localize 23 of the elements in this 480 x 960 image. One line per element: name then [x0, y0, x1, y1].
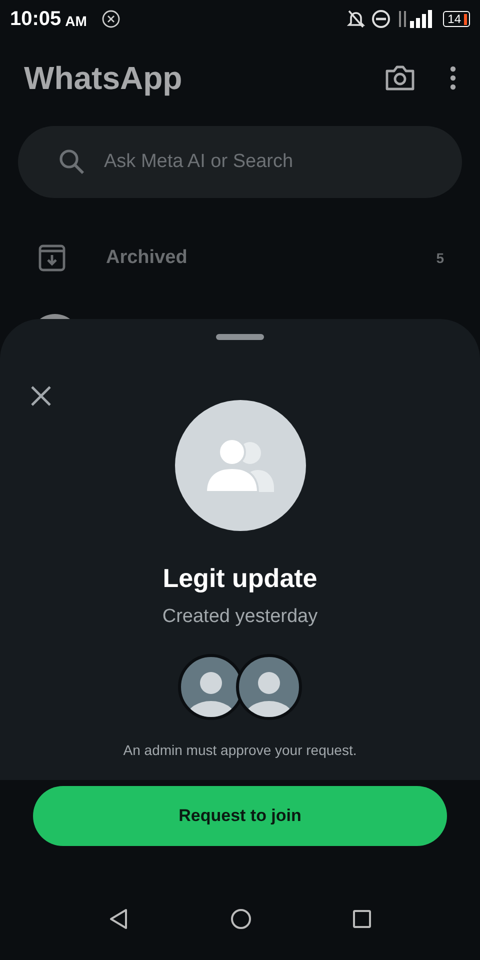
home-icon[interactable] [230, 908, 252, 930]
app-title: WhatsApp [24, 60, 184, 96]
do-not-disturb-icon [370, 9, 391, 29]
close-circle-icon [100, 9, 121, 29]
group-created: Created yesterday [162, 606, 318, 628]
archive-icon [38, 244, 66, 272]
status-time: 10:05 [10, 8, 62, 30]
battery-icon: 14 [442, 11, 470, 27]
archived-count: 5 [436, 250, 444, 266]
camera-icon[interactable] [384, 64, 416, 92]
request-join-button[interactable]: Request to join [33, 786, 447, 846]
search-icon [58, 148, 86, 176]
approval-note: An admin must approve your request. [123, 742, 357, 758]
menu-icon[interactable] [450, 66, 456, 90]
muted-bell-icon [346, 9, 365, 29]
archived-label[interactable]: Archived [106, 247, 436, 269]
drag-handle[interactable] [216, 334, 264, 340]
close-icon [30, 385, 52, 407]
recents-icon[interactable] [352, 909, 372, 929]
search-field[interactable]: Ask Meta AI or Search [102, 150, 434, 174]
status-period: AM [65, 13, 87, 29]
back-icon[interactable] [108, 908, 130, 930]
group-name: Legit update [162, 563, 318, 594]
